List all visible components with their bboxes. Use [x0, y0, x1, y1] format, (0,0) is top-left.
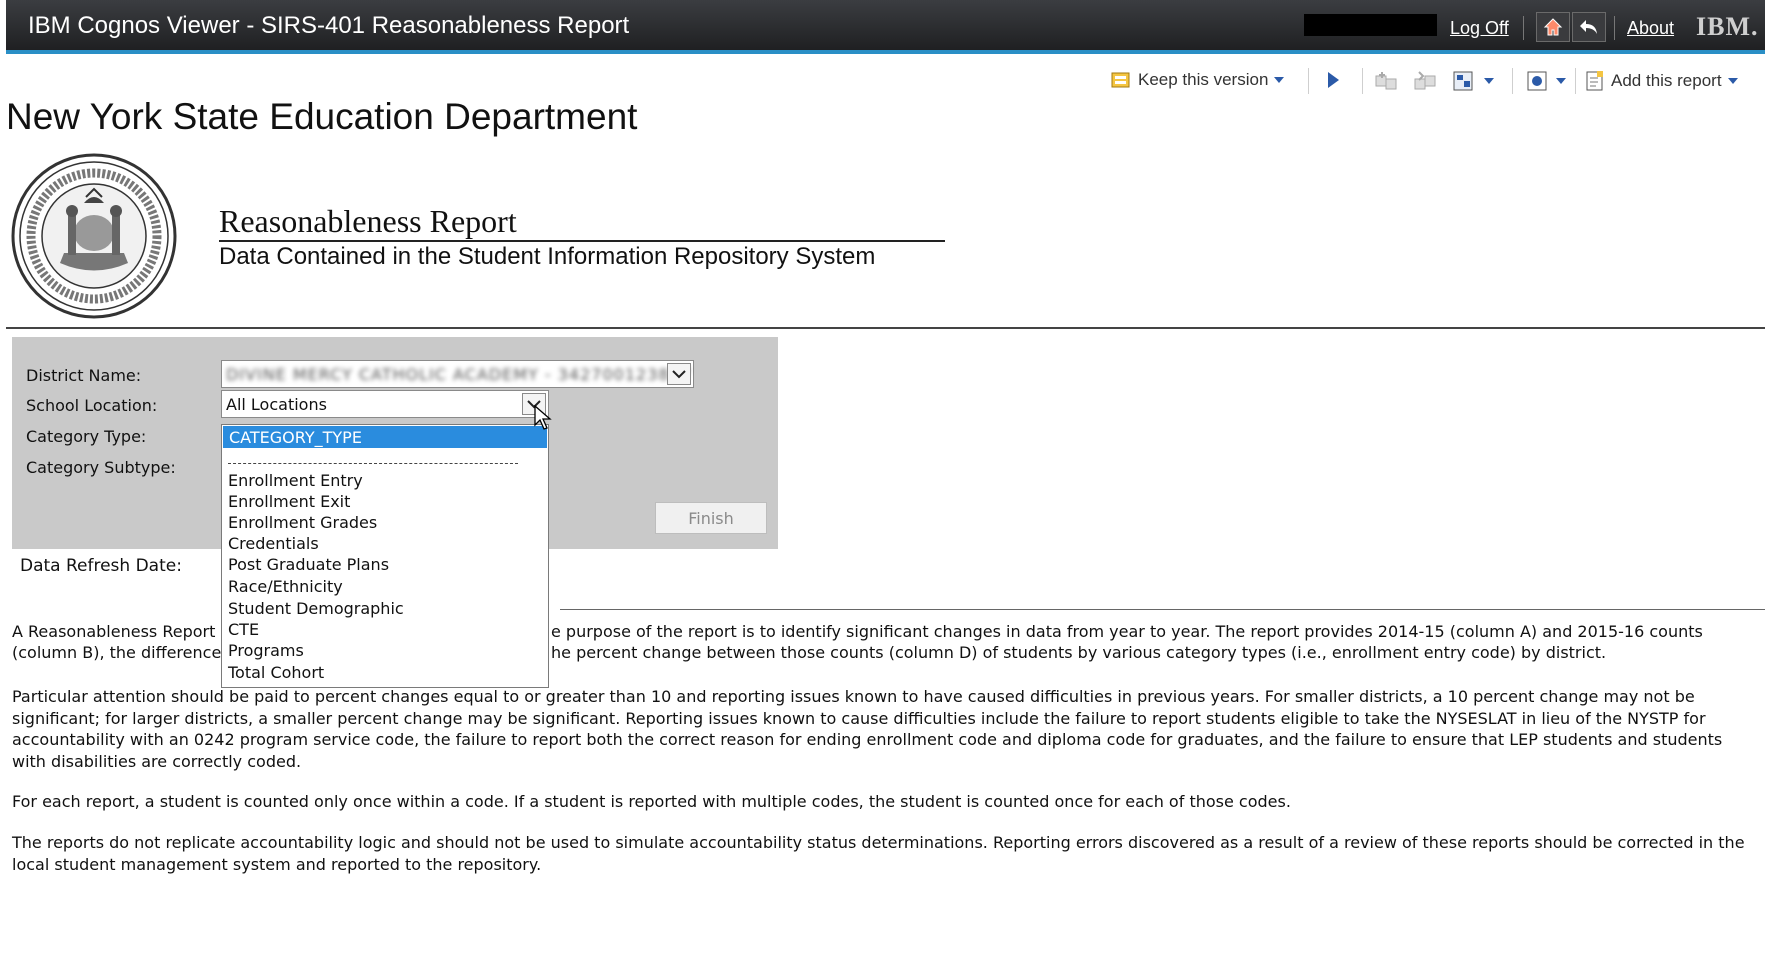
dropdown-separator — [228, 463, 518, 464]
related-links-icon — [1453, 71, 1473, 91]
ibm-logo: IBM. — [1696, 12, 1759, 41]
drill-down-button[interactable] — [1374, 70, 1400, 92]
dropdown-option-selected[interactable]: CATEGORY_TYPE — [223, 426, 547, 448]
school-location-select[interactable]: All Locations — [221, 390, 549, 418]
dropdown-option-label: CATEGORY_TYPE — [229, 428, 362, 447]
dropdown-option[interactable]: Enrollment Grades — [228, 513, 377, 532]
home-icon — [1543, 18, 1563, 36]
view-format-button[interactable] — [1526, 70, 1566, 92]
chevron-down-icon — [672, 370, 686, 379]
school-location-label: School Location: — [26, 396, 158, 415]
category-type-dropdown-list[interactable]: CATEGORY_TYPE Enrollment Entry Enrollmen… — [221, 424, 549, 688]
mouse-cursor-icon — [534, 405, 552, 430]
data-refresh-label: Data Refresh Date: — [20, 556, 182, 576]
user-name-redacted — [1304, 14, 1437, 36]
paragraph-accountability: The reports do not replicate accountabil… — [12, 833, 1745, 874]
separator — [1575, 68, 1576, 94]
dropdown-option[interactable]: Credentials — [228, 534, 319, 553]
keep-version-icon — [1111, 72, 1130, 88]
drill-up-icon — [1414, 71, 1436, 90]
chevron-down-icon — [1484, 78, 1494, 84]
intro-text-left-1: A Reasonableness Report — [12, 622, 216, 641]
dropdown-option[interactable]: Programs — [228, 641, 304, 660]
divider — [560, 609, 1765, 610]
run-button[interactable] — [1325, 70, 1341, 90]
separator — [1614, 16, 1615, 40]
divider — [6, 327, 1765, 329]
dropdown-option[interactable]: Post Graduate Plans — [228, 555, 389, 574]
dropdown-option[interactable]: Race/Ethnicity — [228, 577, 343, 596]
chevron-down-icon — [1274, 77, 1285, 83]
district-value: DIVINE MERCY CATHOLIC ACADEMY - 34270012… — [226, 365, 692, 384]
return-icon — [1580, 20, 1597, 34]
return-button[interactable] — [1572, 12, 1606, 42]
home-button[interactable] — [1536, 12, 1570, 42]
district-label: District Name: — [26, 366, 142, 385]
separator — [1308, 68, 1309, 94]
paragraph-attention: Particular attention should be paid to p… — [12, 687, 1723, 771]
intro-text-right-1: e purpose of the report is to identify s… — [551, 622, 1703, 641]
district-select[interactable]: DIVINE MERCY CATHOLIC ACADEMY - 34270012… — [221, 360, 694, 388]
title-rule — [219, 240, 945, 242]
view-format-icon — [1527, 71, 1547, 91]
intro-text-left-2: (column B), the difference — [12, 643, 222, 662]
separator — [1512, 68, 1513, 94]
app-title: IBM Cognos Viewer - SIRS-401 Reasonablen… — [28, 12, 630, 39]
dropdown-option[interactable]: Student Demographic — [228, 599, 404, 618]
chevron-down-icon — [1727, 78, 1738, 84]
department-heading: New York State Education Department — [6, 96, 638, 137]
log-off-link[interactable]: Log Off — [1450, 18, 1509, 39]
keep-version-label: Keep this version — [1138, 70, 1269, 89]
add-report-icon — [1586, 71, 1603, 91]
intro-text-right-2: he percent change between those counts (… — [551, 643, 1607, 662]
chevron-down-icon — [1556, 78, 1566, 84]
report-title: Reasonableness Report — [219, 203, 517, 239]
keep-version-menu[interactable]: Keep this version — [1110, 70, 1285, 90]
dropdown-option[interactable]: Enrollment Exit — [228, 492, 350, 511]
title-bar: IBM Cognos Viewer - SIRS-401 Reasonablen… — [6, 0, 1765, 54]
category-type-label: Category Type: — [26, 427, 147, 446]
drill-up-button[interactable] — [1413, 70, 1439, 92]
separator — [1523, 16, 1524, 40]
separator — [1362, 68, 1363, 94]
school-location-value: All Locations — [226, 395, 327, 414]
dropdown-option[interactable]: CTE — [228, 620, 259, 639]
finish-button[interactable]: Finish — [655, 502, 767, 534]
dropdown-option[interactable]: Enrollment Entry — [228, 471, 363, 490]
about-link[interactable]: About — [1627, 18, 1674, 39]
drill-down-icon — [1375, 72, 1397, 90]
district-dropdown-button[interactable] — [667, 363, 691, 385]
add-report-menu[interactable]: Add this report — [1585, 70, 1738, 92]
dropdown-option[interactable]: Total Cohort — [228, 663, 324, 682]
run-icon — [1328, 72, 1339, 88]
paragraph-counting: For each report, a student is counted on… — [12, 792, 1291, 811]
related-links-button[interactable] — [1452, 70, 1494, 92]
seal-image — [11, 153, 177, 319]
category-subtype-label: Category Subtype: — [26, 458, 176, 477]
report-subtitle: Data Contained in the Student Informatio… — [219, 243, 876, 270]
add-report-label: Add this report — [1611, 71, 1722, 90]
